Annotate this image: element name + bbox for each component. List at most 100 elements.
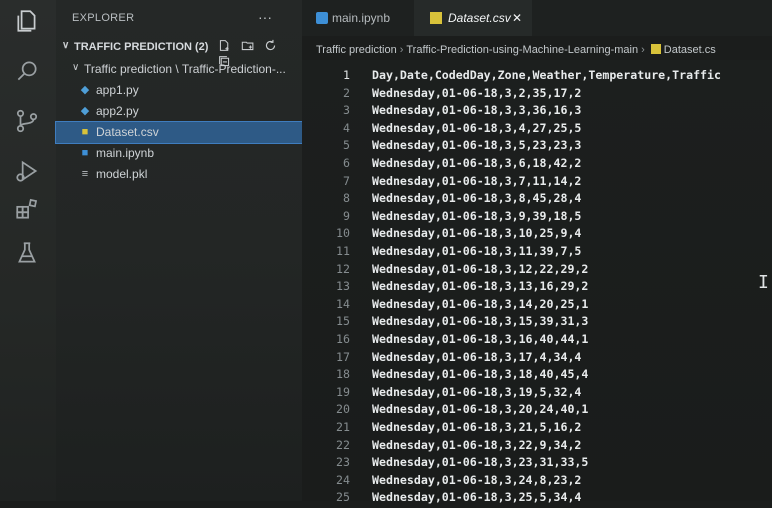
code-line[interactable]: 6 Wednesday,01-06-18,3,6,18,42,2 [302,156,772,174]
file-item[interactable]: ◆ app1.py [56,80,302,101]
editor-tab-bar: main.ipynb Dataset.csv ✕ [302,0,772,36]
line-number: 4 [343,120,350,135]
breadcrumb-item[interactable]: Traffic-Prediction-using-Machine-Learnin… [406,44,638,56]
code-line[interactable]: 8 Wednesday,01-06-18,3,8,45,28,4 [302,191,772,209]
search-icon[interactable] [14,58,40,84]
line-text: Wednesday,01-06-18,3,21,5,16,2 [372,420,582,434]
new-file-icon[interactable] [218,39,234,55]
code-line[interactable]: 2 Wednesday,01-06-18,3,2,35,17,2 [302,86,772,104]
file-name: app1.py [96,83,139,97]
tab-label: Dataset.csv [448,11,511,25]
line-number: 13 [336,279,350,294]
code-line[interactable]: 20 Wednesday,01-06-18,3,20,24,40,1 [302,402,772,420]
code-line[interactable]: 4 Wednesday,01-06-18,3,4,27,25,5 [302,121,772,139]
run-debug-icon[interactable] [14,158,40,184]
close-icon[interactable]: ✕ [512,11,522,25]
csv-file-icon [430,12,442,24]
activity-bar [0,0,56,501]
refresh-icon[interactable] [264,39,280,55]
line-number: 5 [343,138,350,153]
tab-main-ipynb[interactable]: main.ipynb [302,0,414,36]
line-text: Wednesday,01-06-18,3,14,20,25,1 [372,296,589,311]
tab-dataset-csv[interactable]: Dataset.csv ✕ [414,0,532,36]
code-line[interactable]: 17 Wednesday,01-06-18,3,17,4,34,4 [302,350,772,368]
python-file-icon: ◆ [80,105,90,117]
code-line[interactable]: 25 Wednesday,01-06-18,3,25,5,34,4 [302,490,772,508]
line-text: Wednesday,01-06-18,3,2,35,17,2 [372,85,582,100]
breadcrumb-item[interactable]: Traffic prediction [316,44,397,56]
line-number: 21 [336,420,350,434]
workspace-section-header[interactable]: ∨ TRAFFIC PREDICTION (2) [56,36,302,67]
line-number: 1 [343,68,350,82]
line-number: 14 [336,296,350,311]
code-line[interactable]: 14 Wednesday,01-06-18,3,14,20,25,1 [302,297,772,315]
line-text: Wednesday,01-06-18,3,25,5,34,4 [372,490,582,505]
code-line[interactable]: 9 Wednesday,01-06-18,3,9,39,18,5 [302,209,772,227]
chevron-down-icon: ∨ [72,62,80,73]
code-line[interactable]: 23 Wednesday,01-06-18,3,23,31,33,5 [302,455,772,473]
line-number: 17 [336,349,350,364]
line-number: 24 [336,472,350,487]
folder-label: Traffic prediction \ Traffic-Prediction-… [84,62,286,76]
line-text: Wednesday,01-06-18,3,23,31,33,5 [372,455,589,470]
breadcrumb: Traffic prediction › Traffic-Prediction-us… [316,44,716,56]
code-line[interactable]: 1 Day,Date,CodedDay,Zone,Weather,Temperat… [302,68,772,86]
file-item[interactable]: ≡ model.pkl [56,164,302,185]
code-line[interactable]: 16 Wednesday,01-06-18,3,16,40,44,1 [302,332,772,350]
testing-flask-icon[interactable] [14,240,40,266]
explorer-sidebar: EXPLORER ··· ∨ TRAFFIC PREDICTION (2) ∨ … [55,0,303,501]
code-editor[interactable]: 1 Day,Date,CodedDay,Zone,Weather,Temperat… [302,60,772,504]
code-line[interactable]: 15 Wednesday,01-06-18,3,15,39,31,3 [302,314,772,332]
line-number: 16 [336,332,350,346]
code-line[interactable]: 13 Wednesday,01-06-18,3,13,16,29,2 [302,279,772,297]
line-number: 10 [336,226,350,241]
line-text: Wednesday,01-06-18,3,9,39,18,5 [372,208,582,223]
folder-traffic-prediction[interactable]: ∨ Traffic prediction \ Traffic-Predictio… [56,58,302,80]
new-folder-icon[interactable] [241,39,257,55]
line-text: Wednesday,01-06-18,3,3,36,16,3 [372,103,582,118]
line-number: 20 [336,402,350,417]
code-line[interactable]: 3 Wednesday,01-06-18,3,3,36,16,3 [302,103,772,121]
chevron-down-icon: ∨ [62,40,70,51]
code-line[interactable]: 5 Wednesday,01-06-18,3,5,23,23,3 [302,138,772,156]
line-text: Wednesday,01-06-18,3,5,23,23,3 [372,138,582,153]
file-name: main.ipynb [96,146,155,160]
code-line[interactable]: 19 Wednesday,01-06-18,3,19,5,32,4 [302,385,772,403]
code-line[interactable]: 11 Wednesday,01-06-18,3,11,39,7,5 [302,244,772,262]
csv-file-icon: ■ [81,126,89,138]
code-line[interactable]: 18 Wednesday,01-06-18,3,18,40,45,4 [302,367,772,385]
explorer-icon[interactable] [14,8,40,34]
breadcrumb-separator: › [399,44,404,56]
workspace-label: TRAFFIC PREDICTION (2) [74,41,209,53]
line-text: Wednesday,01-06-18,3,6,18,42,2 [372,156,582,170]
line-number: 25 [336,490,350,505]
file-name: app2.py [96,104,139,118]
line-number: 6 [343,156,350,170]
source-control-icon[interactable] [14,108,40,134]
extensions-icon[interactable] [14,196,40,222]
line-text: Wednesday,01-06-18,3,11,39,7,5 [372,244,582,258]
code-line[interactable]: 22 Wednesday,01-06-18,3,22,9,34,2 [302,438,772,456]
file-item[interactable]: ■ Dataset.csv [55,121,303,144]
more-actions-icon[interactable]: ··· [258,9,272,25]
line-text: Wednesday,01-06-18,3,19,5,32,4 [372,384,582,399]
code-line[interactable]: 7 Wednesday,01-06-18,3,7,11,14,2 [302,174,772,192]
file-item[interactable]: ◆ app2.py [56,101,302,122]
line-number: 15 [336,314,350,329]
line-text: Wednesday,01-06-18,3,7,11,14,2 [372,173,582,188]
line-number: 9 [343,208,350,223]
code-line[interactable]: 24 Wednesday,01-06-18,3,24,8,23,2 [302,473,772,491]
file-name: model.pkl [96,167,148,181]
code-line[interactable]: 10 Wednesday,01-06-18,3,10,25,9,4 [302,226,772,244]
line-number: 8 [343,191,350,206]
code-line[interactable]: 21 Wednesday,01-06-18,3,21,5,16,2 [302,420,772,438]
file-item[interactable]: ■ main.ipynb [56,143,302,164]
line-text: Wednesday,01-06-18,3,18,40,45,4 [372,367,589,382]
breadcrumb-item[interactable]: Dataset.cs [664,44,716,56]
line-text: Wednesday,01-06-18,3,22,9,34,2 [372,437,582,452]
explorer-title: EXPLORER [72,12,135,24]
code-line[interactable]: 12 Wednesday,01-06-18,3,12,22,29,2 [302,262,772,280]
tab-label: main.ipynb [332,11,391,25]
binary-file-icon: ≡ [81,168,89,180]
line-number: 11 [336,244,350,258]
